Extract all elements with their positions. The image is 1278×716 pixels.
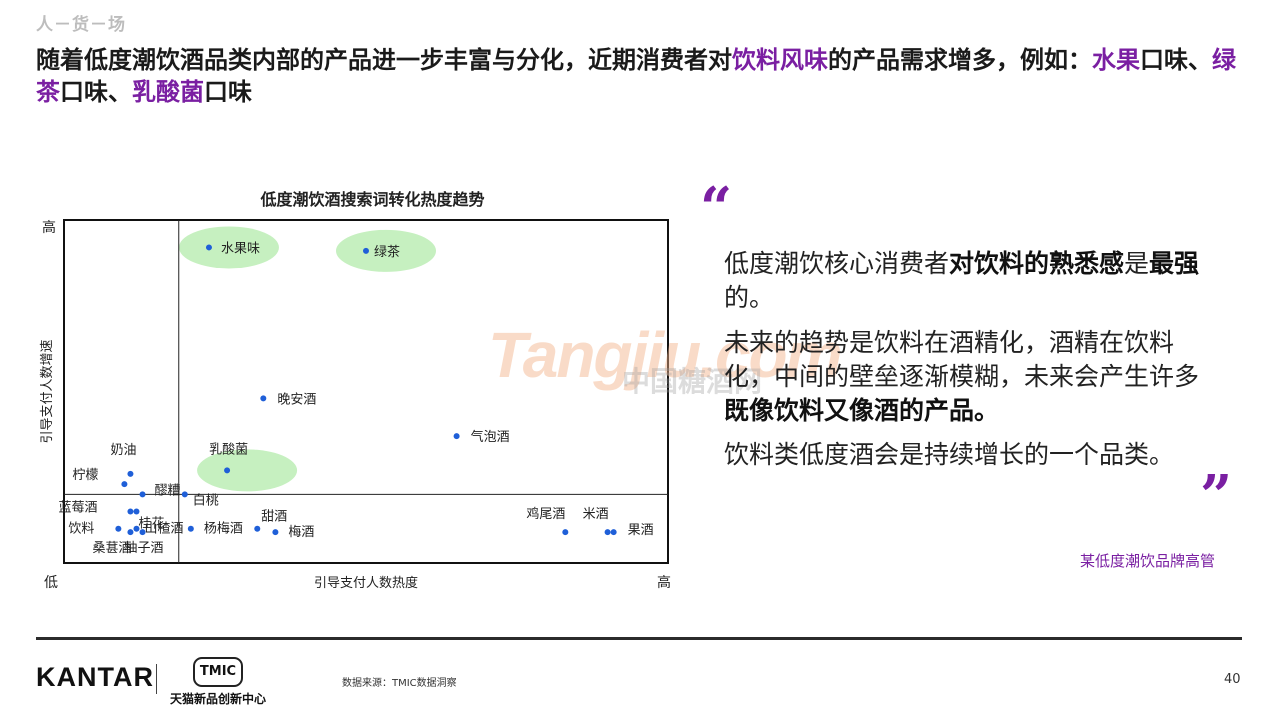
logo-divider: [156, 664, 157, 694]
headline-text: 口味: [204, 78, 252, 106]
quote-emphasis: 最强: [1149, 249, 1200, 278]
data-label: 柚子酒: [125, 541, 164, 556]
headline-highlight: 乳酸菌: [132, 78, 204, 106]
close-quote-icon: ”: [1200, 463, 1233, 529]
data-point: [115, 525, 122, 532]
data-label: 奶油: [110, 443, 136, 458]
data-point: [133, 508, 140, 515]
data-label: 杨梅酒: [204, 522, 243, 537]
data-label: 醪糟: [155, 483, 181, 498]
scatter-chart: 高低 高引导支付人数热度引导支付人数增速水果味 绿茶晚安酒气泡酒乳酸菌奶油柠檬醪糟白…: [40, 219, 671, 591]
data-point: [562, 529, 569, 536]
data-point: [139, 491, 146, 498]
data-point: [363, 247, 369, 254]
quote-text: 是: [1124, 249, 1150, 278]
breadcrumb: 人－货－场: [36, 15, 126, 35]
headline-text: 的产品需求增多，例如：: [828, 46, 1092, 74]
data-label: 山楂酒: [144, 522, 183, 537]
data-point: [133, 525, 140, 532]
data-label: 晚安酒: [277, 392, 316, 407]
data-point: [254, 525, 261, 532]
x-axis-low-label: 低: [44, 575, 58, 591]
quote-emphasis: 既像饮料又像酒的产品。: [724, 396, 1000, 425]
quote-paragraph: 未来的趋势是饮料在酒精化，酒精在饮料化，中间的壁垒逐渐模糊，未来会产生许多既像饮…: [724, 326, 1204, 428]
kantar-logo: KANTAR: [36, 662, 154, 692]
data-point: [610, 529, 617, 536]
headline-text: 随着低度潮饮酒品类内部的产品进一步丰富与分化，近期消费者对: [36, 46, 732, 74]
y-axis-high-label: 高: [42, 219, 56, 236]
headline-text: 口味、: [60, 78, 132, 106]
data-label: 梅酒: [288, 525, 314, 540]
data-point: [139, 529, 146, 536]
data-point: [224, 467, 231, 474]
data-label: 柠檬: [72, 468, 98, 483]
data-point: [205, 244, 212, 251]
headline-text: 口味、: [1140, 46, 1212, 74]
page-title: 随着低度潮饮酒品类内部的产品进一步丰富与分化，近期消费者对饮料风味的产品需求增多…: [36, 44, 1246, 108]
data-point: [604, 529, 611, 536]
data-label: 蓝莓酒: [58, 501, 97, 516]
data-point: [181, 491, 188, 498]
open-quote-icon: “: [700, 175, 733, 241]
quote-paragraph: 饮料类低度酒会是持续增长的一个品类。: [724, 440, 1175, 469]
tmic-logo-text: 天猫新品创新中心: [170, 692, 267, 706]
page-number: 40: [1224, 672, 1241, 687]
quote-text: 的。: [724, 283, 775, 312]
data-label: 绿茶: [374, 244, 400, 260]
data-point: [453, 433, 460, 440]
quote-paragraph: 低度潮饮核心消费者对饮料的熟悉感是最强的。: [724, 247, 1204, 315]
data-label: 米酒: [583, 507, 609, 522]
y-axis-title: 引导支付人数增速: [40, 339, 55, 443]
data-label: 水果味: [221, 241, 260, 256]
data-label: 气泡酒: [471, 429, 510, 445]
data-label: 鸡尾酒: [526, 506, 565, 522]
data-point: [272, 529, 279, 536]
data-point: [127, 470, 134, 477]
tmic-logo-icon: TMIC: [193, 657, 243, 687]
headline-highlight: 水果: [1092, 46, 1140, 74]
data-label: 饮料: [68, 522, 94, 537]
x-axis-title: 引导支付人数热度: [314, 575, 418, 591]
x-axis-high-label: 高: [657, 574, 671, 591]
data-source: 数据来源：TMIC数据洞察: [342, 678, 457, 689]
data-label: 白桃: [193, 492, 219, 508]
quote-text: 未来的趋势是饮料在酒精化，酒精在饮料化，中间的壁垒逐渐模糊，未来会产生许多: [724, 328, 1200, 391]
data-point: [127, 529, 134, 536]
quote-text: 低度潮饮核心消费者: [724, 249, 950, 278]
headline-highlight: 饮料风味: [732, 46, 828, 74]
quote-emphasis: 对饮料的熟悉感: [949, 249, 1125, 278]
data-point: [187, 525, 194, 532]
quote-attribution: 某低度潮饮品牌高管: [1080, 552, 1216, 570]
data-label: 甜酒: [261, 509, 287, 525]
footer-divider: [36, 637, 1242, 640]
data-point: [121, 481, 128, 488]
data-point: [260, 395, 267, 402]
data-label: 果酒: [628, 523, 654, 538]
data-label: 乳酸菌: [209, 442, 248, 457]
data-point: [127, 508, 134, 515]
